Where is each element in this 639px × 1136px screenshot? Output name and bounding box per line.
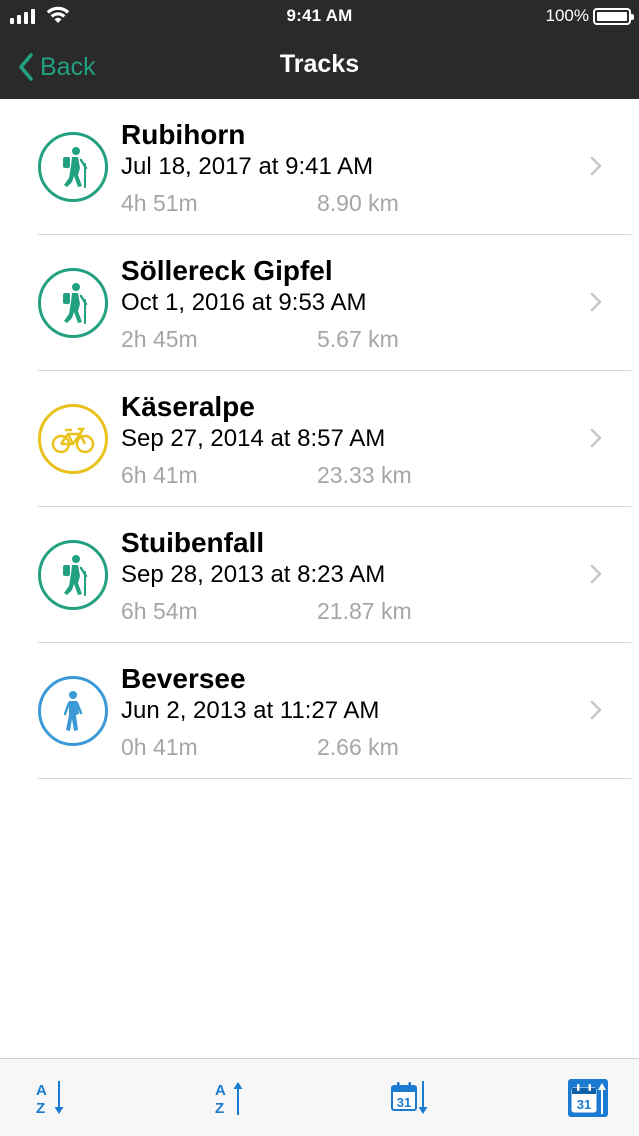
- sort-alphabetical-up-icon: A Z: [215, 1082, 243, 1117]
- track-distance: 8.90 km: [317, 190, 399, 216]
- track-duration: 4h 51m: [121, 190, 198, 216]
- sort-za-letter-a: A: [215, 1082, 226, 1099]
- track-row[interactable]: Beversee Jun 2, 2013 at 11:27 AM 0h 41m …: [0, 643, 639, 779]
- battery-percentage: 100%: [545, 6, 589, 25]
- track-duration: 0h 41m: [121, 734, 198, 760]
- chevron-right-icon: [590, 292, 602, 312]
- hiking-icon: [38, 268, 108, 338]
- bottom-toolbar: A Z A Z 31 31: [0, 1058, 639, 1136]
- bike-icon: [38, 404, 108, 474]
- chevron-right-icon: [590, 700, 602, 720]
- track-date: Sep 28, 2013 at 8:23 AM: [121, 561, 386, 588]
- track-duration: 6h 54m: [121, 598, 198, 624]
- status-bar: 9:41 AM 100%: [0, 0, 639, 36]
- track-row[interactable]: Käseralpe Sep 27, 2014 at 8:57 AM 6h 41m…: [0, 371, 639, 507]
- track-row[interactable]: Söllereck Gipfel Oct 1, 2016 at 9:53 AM …: [0, 235, 639, 371]
- page-title: Tracks: [279, 50, 360, 78]
- chevron-right-icon: [590, 156, 602, 176]
- sort-az-letter-z: Z: [36, 1100, 45, 1117]
- chevron-right-icon: [590, 428, 602, 448]
- track-distance: 21.87 km: [317, 598, 412, 624]
- top-bar: 9:41 AM 100% Back Tracks: [0, 0, 639, 99]
- track-date: Jul 18, 2017 at 9:41 AM: [121, 153, 374, 180]
- track-name: Beversee: [121, 663, 246, 694]
- calendar-arrow-down-icon: 31: [391, 1081, 428, 1114]
- track-name: Käseralpe: [121, 391, 255, 422]
- tracks-screen: 9:41 AM 100% Back Tracks Rubihorn Jul 18…: [0, 0, 639, 1136]
- track-duration: 6h 41m: [121, 462, 198, 488]
- track-row[interactable]: Stuibenfall Sep 28, 2013 at 8:23 AM 6h 5…: [0, 507, 639, 643]
- row-divider: [38, 778, 631, 779]
- track-row[interactable]: Rubihorn Jul 18, 2017 at 9:41 AM 4h 51m …: [0, 99, 639, 235]
- track-distance: 5.67 km: [317, 326, 399, 352]
- calendar-day-number: 31: [397, 1095, 411, 1110]
- navigation-bar: Back Tracks: [0, 36, 639, 99]
- track-date: Oct 1, 2016 at 9:53 AM: [121, 289, 367, 316]
- chevron-right-icon: [590, 564, 602, 584]
- hiking-icon: [38, 540, 108, 610]
- sort-az-descending-button[interactable]: A Z: [34, 1077, 74, 1119]
- track-duration: 2h 45m: [121, 326, 198, 352]
- track-distance: 23.33 km: [317, 462, 412, 488]
- tracks-list: Rubihorn Jul 18, 2017 at 9:41 AM 4h 51m …: [0, 99, 639, 779]
- sort-date-ascending-button[interactable]: 31: [568, 1077, 608, 1119]
- walking-icon: [38, 676, 108, 746]
- track-date: Sep 27, 2014 at 8:57 AM: [121, 425, 386, 452]
- track-name: Rubihorn: [121, 119, 246, 150]
- sort-az-ascending-button[interactable]: A Z: [213, 1077, 253, 1119]
- track-date: Jun 2, 2013 at 11:27 AM: [121, 697, 380, 724]
- calendar-arrow-up-icon: 31: [568, 1079, 608, 1117]
- hiking-icon: [38, 132, 108, 202]
- sort-date-descending-button[interactable]: 31: [390, 1077, 430, 1119]
- status-time: 9:41 AM: [286, 6, 353, 25]
- track-name: Söllereck Gipfel: [121, 255, 333, 286]
- track-name: Stuibenfall: [121, 527, 265, 558]
- sort-alphabetical-down-icon: A Z: [36, 1081, 64, 1117]
- battery-icon: [593, 8, 634, 25]
- sort-za-letter-z: Z: [215, 1100, 224, 1117]
- track-distance: 2.66 km: [317, 734, 399, 760]
- calendar-day-number: 31: [577, 1097, 591, 1112]
- sort-az-letter-a: A: [36, 1082, 47, 1099]
